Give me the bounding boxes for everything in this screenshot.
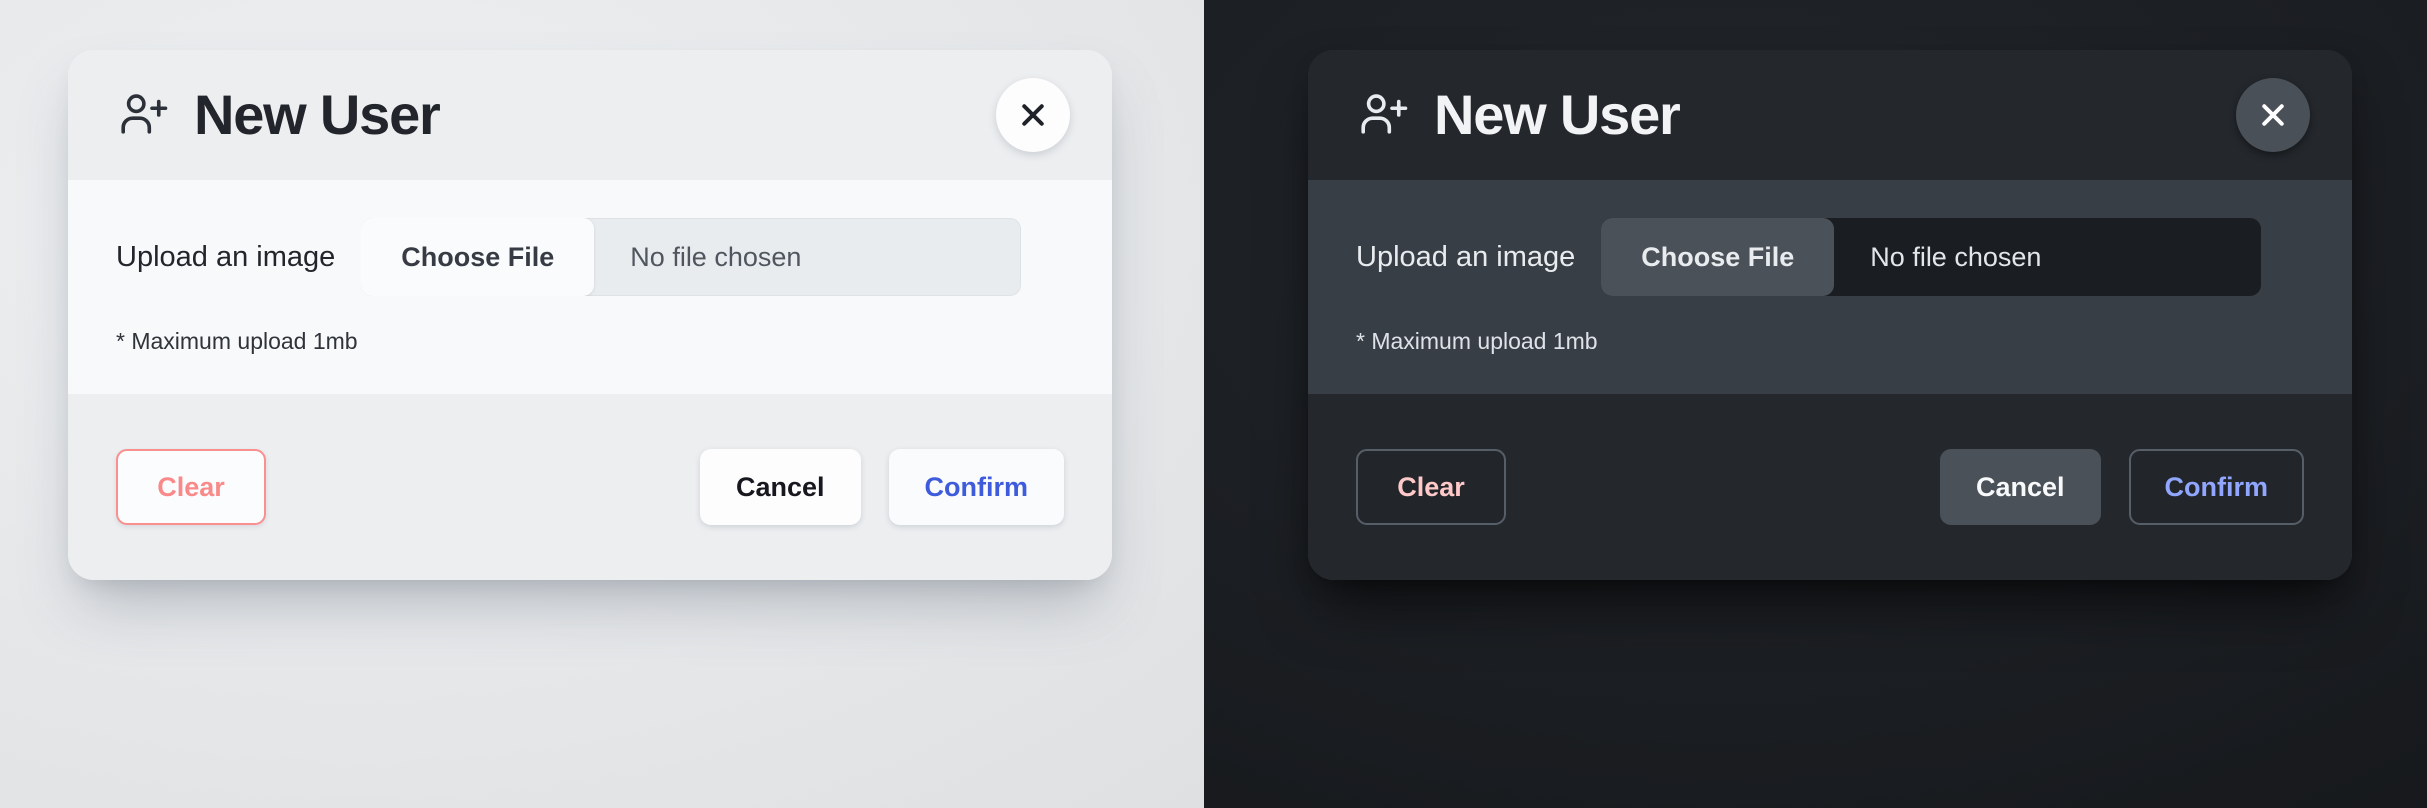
choose-file-button[interactable]: Choose File — [361, 218, 595, 296]
modal-footer: Clear Cancel Confirm — [68, 394, 1112, 580]
dark-theme-panel: New User Upload an image Choose File No … — [1204, 0, 2427, 808]
upload-hint: * Maximum upload 1mb — [1356, 328, 1598, 354]
footer-actions: Cancel Confirm — [699, 449, 1064, 525]
file-input[interactable]: Choose File No file chosen — [361, 218, 1022, 296]
page-title: New User — [1434, 83, 1681, 146]
close-x-icon — [2262, 104, 2284, 126]
modal-body: Upload an image Choose File No file chos… — [1308, 180, 2352, 394]
clear-button[interactable]: Clear — [1356, 449, 1506, 525]
close-button[interactable] — [2236, 78, 2310, 152]
upload-hint: * Maximum upload 1mb — [116, 328, 358, 354]
upload-label: Upload an image — [116, 240, 336, 273]
page-title: New User — [194, 83, 441, 146]
light-theme-panel: New User Upload an image Choose File No … — [0, 0, 1204, 808]
new-user-modal-light: New User Upload an image Choose File No … — [68, 50, 1112, 580]
footer-actions: Cancel Confirm — [1939, 449, 2304, 525]
file-input[interactable]: Choose File No file chosen — [1601, 218, 2262, 296]
cancel-button[interactable]: Cancel — [1939, 449, 2101, 525]
upload-row: Upload an image Choose File No file chos… — [116, 218, 1064, 296]
modal-footer: Clear Cancel Confirm — [1308, 394, 2352, 580]
modal-header: New User — [68, 50, 1112, 180]
upload-label: Upload an image — [1356, 240, 1576, 273]
new-user-modal-dark: New User Upload an image Choose File No … — [1308, 50, 2352, 580]
file-status-text: No file chosen — [630, 241, 802, 272]
close-button[interactable] — [996, 78, 1070, 152]
upload-row: Upload an image Choose File No file chos… — [1356, 218, 2304, 296]
cancel-button[interactable]: Cancel — [699, 449, 861, 525]
close-x-icon — [1022, 104, 1044, 126]
modal-body: Upload an image Choose File No file chos… — [68, 180, 1112, 394]
confirm-button[interactable]: Confirm — [2128, 449, 2304, 525]
clear-button[interactable]: Clear — [116, 449, 266, 525]
user-plus-icon — [1361, 94, 1408, 134]
confirm-button[interactable]: Confirm — [888, 449, 1064, 525]
choose-file-button[interactable]: Choose File — [1601, 218, 1835, 296]
user-plus-icon — [121, 94, 168, 134]
file-status-text: No file chosen — [1870, 241, 2042, 272]
modal-header: New User — [1308, 50, 2352, 180]
